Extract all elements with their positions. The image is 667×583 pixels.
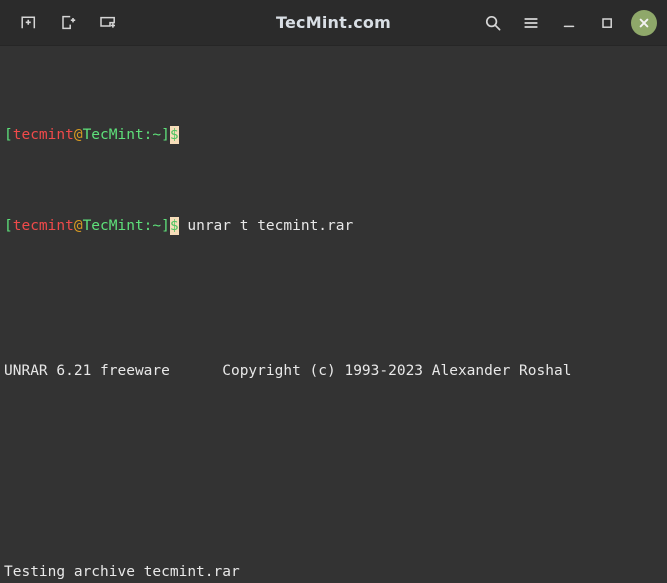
terminal-output[interactable]: [tecmint@TecMint:~]$ [tecmint@TecMint:~]… <box>0 46 667 583</box>
prompt-user: tecmint <box>12 126 74 143</box>
search-icon[interactable] <box>479 9 507 37</box>
prompt-close-bracket: ] <box>161 126 170 143</box>
terminal-window: TecMint.com [tecmint@TecMint:~]$ [tecmin… <box>0 0 667 583</box>
titlebar: TecMint.com <box>0 0 667 46</box>
prompt-host-path: TecMint:~ <box>82 126 162 143</box>
prompt-open-bracket: [ <box>4 217 13 234</box>
prompt-user: tecmint <box>12 217 74 234</box>
prompt-line-first: [tecmint@TecMint:~]$ <box>4 125 667 145</box>
new-tab-icon[interactable] <box>14 9 42 37</box>
prompt-at: @ <box>73 217 83 234</box>
minimize-icon[interactable] <box>555 9 583 37</box>
unrar-version-line: UNRAR 6.21 freeware Copyright (c) 1993-2… <box>4 363 572 380</box>
prompt-close-bracket: ] <box>161 217 170 234</box>
archive-testing-line: Testing archive tecmint.rar <box>4 563 240 580</box>
prompt-host-path: TecMint:~ <box>82 217 162 234</box>
new-window-icon[interactable] <box>54 9 82 37</box>
prompt-at: @ <box>73 126 83 143</box>
prompt-open-bracket: [ <box>4 126 13 143</box>
titlebar-right-actions <box>479 0 657 45</box>
prompt-symbol-cursor: $ <box>169 125 179 145</box>
command-text: unrar t tecmint.rar <box>178 217 354 234</box>
close-icon[interactable] <box>631 9 657 36</box>
prompt-line-command: [tecmint@TecMint:~]$ unrar t tecmint.rar <box>4 216 667 236</box>
maximize-icon[interactable] <box>593 9 621 37</box>
prompt-symbol-cursor: $ <box>169 216 179 236</box>
menu-icon[interactable] <box>517 9 545 37</box>
split-terminal-icon[interactable] <box>94 9 122 37</box>
titlebar-left-actions <box>0 9 122 37</box>
